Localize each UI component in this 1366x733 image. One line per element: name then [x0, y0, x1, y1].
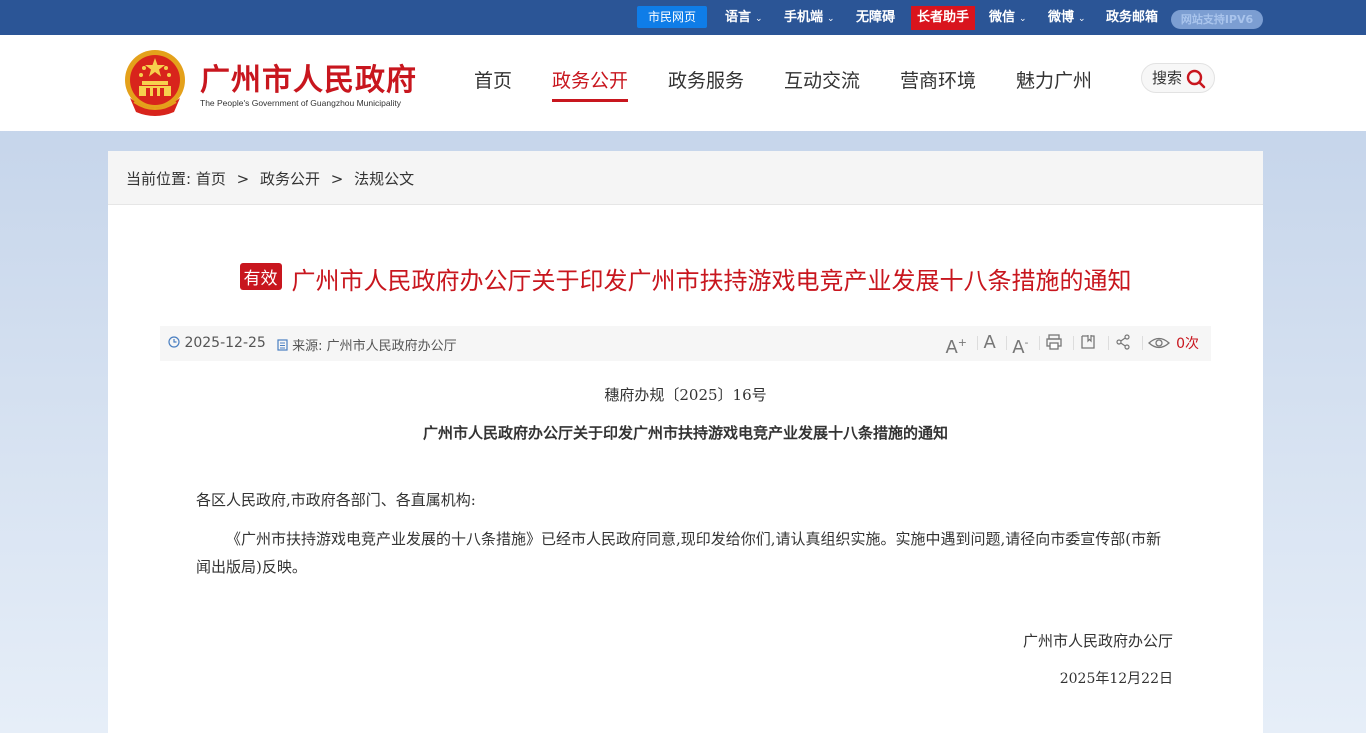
breadcrumb-bar: 当前位置: 首页 > 政务公开 > 法规公文	[108, 151, 1263, 205]
site-subtitle: The People's Government of Guangzhou Mun…	[200, 98, 402, 108]
site-header: 广州市人民政府 The People's Government of Guang…	[0, 35, 1366, 131]
source-label: 来源:	[292, 339, 323, 354]
view-count: 0次	[1142, 331, 1205, 355]
gov-mail-link[interactable]: 政务邮箱	[1106, 0, 1158, 35]
wechat-menu[interactable]: 微信 ⌄	[989, 0, 1027, 35]
nav-charm-guangzhou[interactable]: 魅力广州	[1016, 66, 1092, 93]
ipv6-badge: 网站支持IPV6	[1171, 10, 1263, 29]
mobile-menu[interactable]: 手机端 ⌄	[784, 0, 835, 35]
language-menu[interactable]: 语言 ⌄	[725, 0, 763, 35]
chevron-down-icon: ⌄	[1078, 14, 1086, 24]
view-count-value: 0次	[1176, 336, 1199, 352]
breadcrumb-separator: >	[330, 170, 344, 188]
breadcrumb-prefix: 当前位置:	[126, 170, 192, 188]
nav-gov-services[interactable]: 政务服务	[668, 66, 744, 93]
top-utility-bar: 市民网页 语言 ⌄ 手机端 ⌄ 无障碍 长者助手 微信 ⌄ 微博 ⌄ 政务邮箱 网站支持…	[0, 0, 1366, 35]
mobile-label: 手机端	[784, 10, 824, 25]
print-icon[interactable]	[1038, 331, 1069, 355]
signature-date: 2025年12月22日	[1059, 671, 1173, 687]
nav-interaction[interactable]: 互动交流	[784, 66, 860, 93]
nav-home[interactable]: 首页	[474, 66, 512, 93]
national-emblem-icon[interactable]	[122, 48, 188, 120]
eye-icon	[1148, 337, 1171, 349]
document-icon	[277, 339, 288, 351]
breadcrumb-home[interactable]: 首页	[196, 170, 226, 188]
search-label: 搜索	[1152, 69, 1183, 87]
document-title: 广州市人民政府办公厅关于印发广州市扶持游戏电竞产业发展十八条措施的通知	[291, 267, 1132, 295]
chevron-down-icon: ⌄	[827, 14, 835, 24]
document-heading: 广州市人民政府办公厅关于印发广州市扶持游戏电竞产业发展十八条措施的通知	[422, 424, 948, 442]
share-icon[interactable]	[1107, 331, 1138, 355]
breadcrumb-gov-affairs[interactable]: 政务公开	[260, 170, 320, 188]
document-title-row: 有效 广州市人民政府办公厅关于印发广州市扶持游戏电竞产业发展十八条措施的通知	[108, 261, 1263, 296]
nav-business-environment[interactable]: 营商环境	[900, 66, 976, 93]
signature-organization: 广州市人民政府办公厅	[1022, 632, 1173, 650]
font-increase-icon[interactable]: A+	[939, 331, 973, 358]
bookmark-icon[interactable]	[1073, 331, 1103, 355]
weibo-menu[interactable]: 微博 ⌄	[1048, 0, 1086, 35]
weibo-label: 微博	[1048, 10, 1075, 25]
breadcrumb-separator: >	[236, 170, 250, 188]
publish-date: 2025-12-25	[168, 335, 266, 351]
accessibility-link[interactable]: 无障碍	[856, 0, 895, 35]
chevron-down-icon: ⌄	[755, 14, 763, 24]
breadcrumb: 当前位置: 首页 > 政务公开 > 法规公文	[126, 168, 414, 189]
breadcrumb-regulations[interactable]: 法规公文	[354, 170, 414, 188]
elder-assistant-button[interactable]: 长者助手	[911, 6, 975, 30]
chevron-down-icon: ⌄	[1019, 14, 1027, 24]
document-addressee: 各区人民政府,市政府各部门、各直属机构:	[196, 491, 476, 509]
font-reset-icon[interactable]: A	[977, 331, 1001, 355]
document-tools: A+ A A- 0次	[939, 331, 1205, 358]
wechat-label: 微信	[989, 10, 1016, 25]
search-icon	[1186, 69, 1206, 89]
document-source: 来源: 广州市人民政府办公厅	[277, 335, 457, 354]
status-badge: 有效	[239, 263, 282, 290]
font-decrease-icon[interactable]: A-	[1006, 331, 1034, 358]
publish-date-value: 2025-12-25	[184, 335, 266, 351]
document-meta-bar: 2025-12-25 来源: 广州市人民政府办公厅 A+ A A- 0次	[160, 326, 1211, 361]
clock-icon	[168, 336, 180, 348]
content-card: 当前位置: 首页 > 政务公开 > 法规公文 有效 广州市人民政府办公厅关于印发广…	[108, 151, 1263, 733]
source-value: 广州市人民政府办公厅	[326, 339, 457, 354]
language-label: 语言	[725, 10, 752, 25]
document-body: 《广州市扶持游戏电竞产业发展的十八条措施》已经市人民政府同意,现印发给你们,请认…	[196, 530, 1162, 576]
search-button[interactable]: 搜索	[1141, 63, 1215, 93]
citizen-web-link[interactable]: 市民网页	[637, 6, 707, 28]
active-nav-underline	[552, 99, 628, 102]
nav-gov-affairs-public[interactable]: 政务公开	[552, 66, 628, 93]
document-number: 穗府办规〔2025〕16号	[604, 386, 767, 404]
site-title[interactable]: 广州市人民政府	[200, 55, 417, 99]
